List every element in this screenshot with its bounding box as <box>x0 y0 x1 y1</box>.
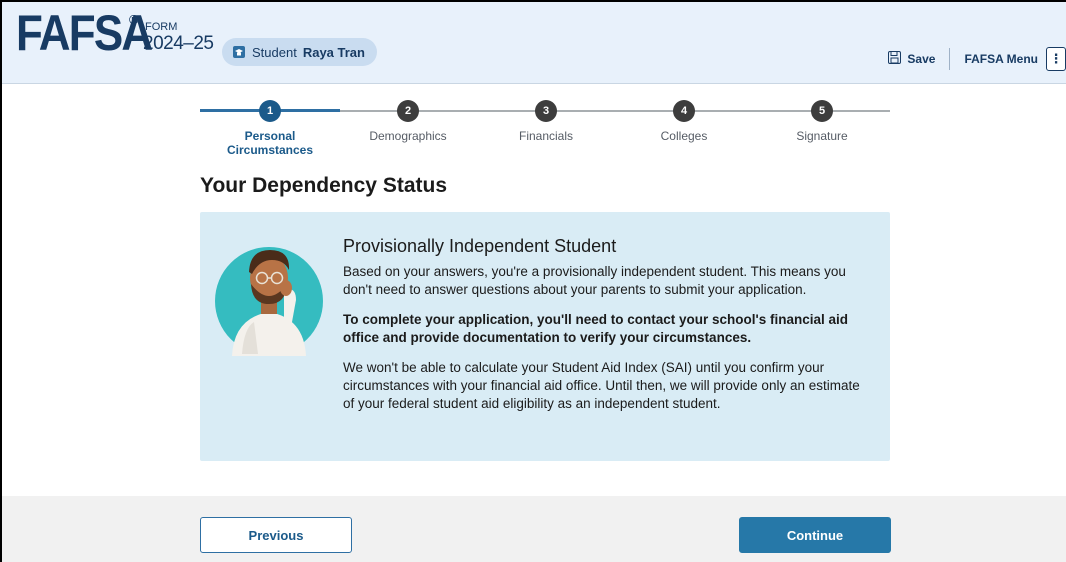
step-label: Colleges <box>660 129 708 143</box>
step-number: 1 <box>259 100 281 122</box>
alert-paragraph-2: To complete your application, you'll nee… <box>343 312 848 345</box>
step-number: 4 <box>673 100 695 122</box>
save-label: Save <box>907 52 936 66</box>
form-label: FORM <box>145 21 178 33</box>
site-header: FAFSA ® FORM 2024–25 Student Raya Tran S… <box>0 0 1066 84</box>
step-label: Signature <box>796 129 848 143</box>
progress-stepper: 1 Personal Circumstances 2 Demographics … <box>200 98 892 157</box>
alert-paragraph-1: Based on your answers, you're a provisio… <box>343 264 846 297</box>
floppy-disk-icon <box>888 51 902 67</box>
student-name: Raya Tran <box>302 44 365 60</box>
student-illustration <box>214 226 324 356</box>
step-personal-circumstances: 1 Personal Circumstances <box>200 98 340 157</box>
step-label: Financials <box>518 129 574 143</box>
step-label: Demographics <box>369 129 447 143</box>
alert-title: Provisionally Independent Student <box>343 236 617 256</box>
save-button[interactable]: Save <box>874 51 949 67</box>
student-badge: Student Raya Tran <box>222 38 377 66</box>
registered-mark: ® <box>129 12 139 27</box>
menu-label: FAFSA Menu <box>964 52 1038 66</box>
header-actions: Save FAFSA Menu ⋮ <box>874 46 1066 72</box>
continue-button[interactable]: Continue <box>739 517 891 553</box>
step-financials: 3 Financials <box>476 98 616 143</box>
navigation-footer: Previous Continue <box>0 496 1066 562</box>
alert-paragraph-3: We won't be able to calculate your Stude… <box>343 360 860 411</box>
fafsa-menu-button[interactable]: FAFSA Menu ⋮ <box>950 47 1066 71</box>
step-demographics: 2 Demographics <box>338 98 478 143</box>
dependency-status-alert: Provisionally Independent Student Based … <box>200 212 890 461</box>
form-year: 2024–25 <box>143 33 214 54</box>
kebab-menu-icon: ⋮ <box>1046 47 1066 71</box>
step-number: 2 <box>397 100 419 122</box>
previous-button[interactable]: Previous <box>200 517 352 553</box>
step-label: Personal Circumstances <box>226 129 314 157</box>
graduation-cap-icon <box>232 45 246 59</box>
alert-content: Provisionally Independent Student Based … <box>343 236 873 425</box>
step-colleges: 4 Colleges <box>614 98 754 143</box>
step-signature: 5 Signature <box>752 98 892 143</box>
student-role: Student <box>252 44 297 60</box>
page-title: Your Dependency Status <box>200 174 447 197</box>
step-number: 5 <box>811 100 833 122</box>
step-number: 3 <box>535 100 557 122</box>
